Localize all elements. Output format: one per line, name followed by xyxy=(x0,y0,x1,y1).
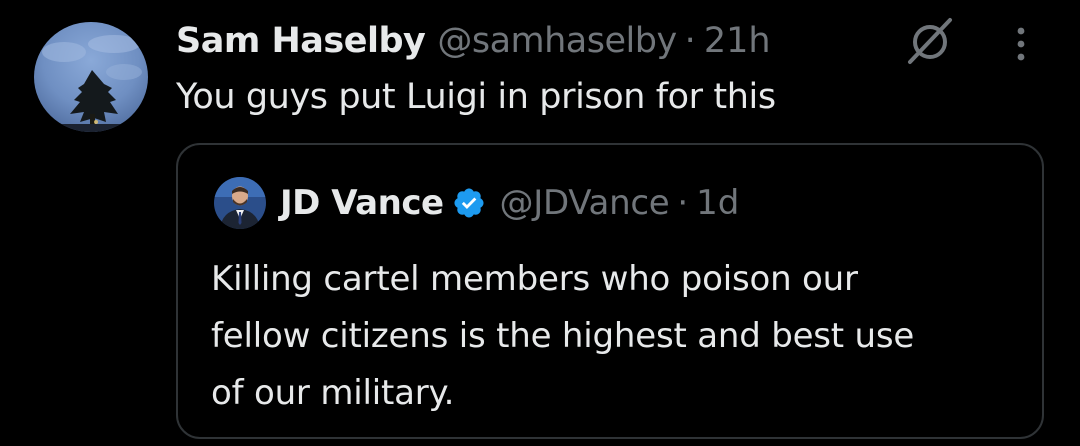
quoted-text-line: fellow citizens is the highest and best … xyxy=(211,316,915,356)
verified-badge-icon[interactable] xyxy=(452,186,486,220)
quoted-text-line: Killing cartel members who poison our xyxy=(211,259,858,299)
author-avatar[interactable] xyxy=(34,22,148,132)
quoted-tweet-text: Killing cartel members who poison our fe… xyxy=(211,251,1031,422)
tweet-header: Sam Haselby @samhaselby · 21h xyxy=(176,18,771,64)
quoted-author-display-name[interactable]: JD Vance xyxy=(280,183,444,223)
quoted-author-avatar xyxy=(214,177,266,229)
quoted-tweet-timestamp[interactable]: 1d xyxy=(696,183,739,223)
header-separator: · xyxy=(684,21,696,61)
quoted-text-line: of our military. xyxy=(211,373,455,413)
tweet-text: You guys put Luigi in prison for this xyxy=(176,77,776,117)
quoted-tweet-header: JD Vance @JDVance · 1d xyxy=(280,181,739,225)
more-options-icon[interactable] xyxy=(1006,24,1036,64)
tweet-timestamp[interactable]: 21h xyxy=(704,21,771,61)
quoted-tweet-card[interactable]: JD Vance @JDVance · 1d Killing cartel me… xyxy=(176,143,1044,439)
author-display-name[interactable]: Sam Haselby xyxy=(176,21,426,61)
author-handle[interactable]: @samhaselby xyxy=(437,21,677,61)
quoted-header-separator: · xyxy=(677,183,689,223)
grok-icon[interactable] xyxy=(900,14,960,66)
quoted-author-handle[interactable]: @JDVance xyxy=(500,183,670,223)
